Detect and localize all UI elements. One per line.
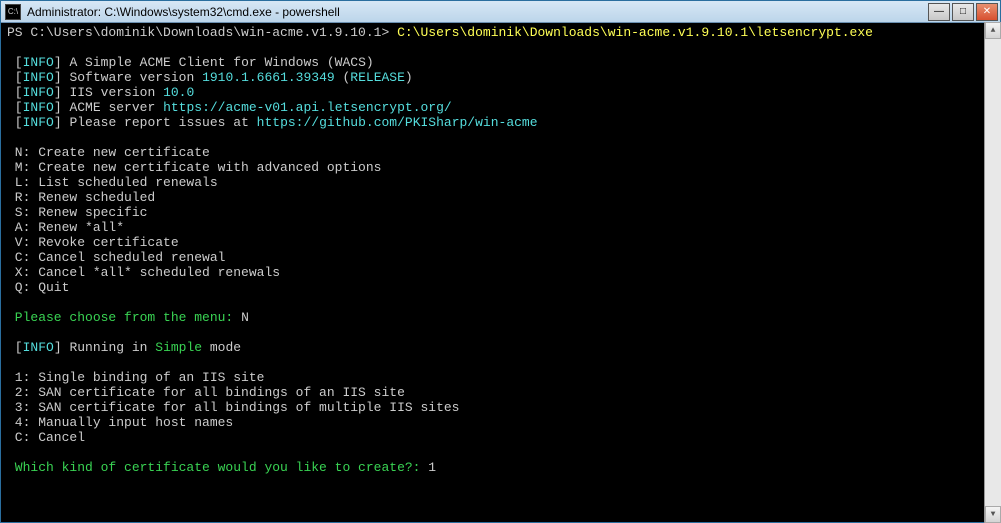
scroll-up-button[interactable]: ▲ [985,22,1001,39]
maximize-button[interactable]: □ [952,3,974,21]
scroll-track[interactable] [985,39,1001,506]
minimize-button[interactable]: — [928,3,950,21]
terminal-output[interactable]: PS C:\Users\dominik\Downloads\win-acme.v… [1,23,1000,522]
app-icon: C:\ [5,4,21,20]
titlebar[interactable]: C:\ Administrator: C:\Windows\system32\c… [1,1,1000,23]
window-title: Administrator: C:\Windows\system32\cmd.e… [25,5,928,19]
cmd-window: C:\ Administrator: C:\Windows\system32\c… [0,0,1001,523]
window-controls: — □ ✕ [928,3,998,21]
scroll-down-button[interactable]: ▼ [985,506,1001,523]
vertical-scrollbar[interactable]: ▲ ▼ [984,22,1001,523]
close-button[interactable]: ✕ [976,3,998,21]
